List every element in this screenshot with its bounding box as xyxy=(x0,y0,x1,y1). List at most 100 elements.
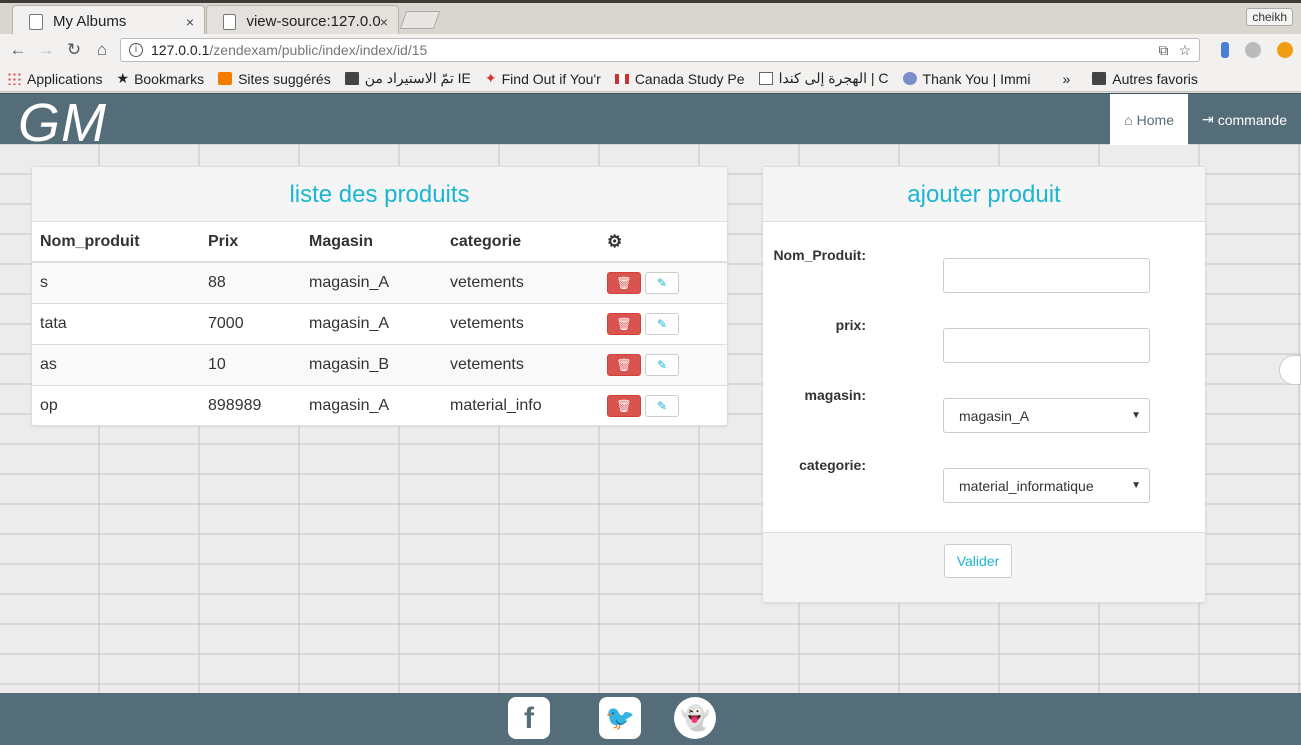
back-arrow-icon[interactable]: ← xyxy=(4,40,32,60)
col-magasin: Magasin xyxy=(301,222,442,263)
twitter-icon[interactable]: 🐦 xyxy=(599,697,641,739)
snapchat-icon[interactable]: 👻 xyxy=(674,697,716,739)
trash-icon: 🗑 xyxy=(616,398,632,413)
cell-nom: op xyxy=(32,384,200,426)
table-row: op 898989 magasin_A material_info 🗑 ✎ xyxy=(32,384,727,426)
bookmark-thank-you[interactable]: Thank You | Immi xyxy=(896,66,1038,91)
voice-search-tab[interactable] xyxy=(1279,355,1301,385)
translate-icon[interactable]: ⧉ xyxy=(1158,42,1168,59)
bookmark-immigration[interactable]: الهجرة إلى كندا | C xyxy=(752,66,896,91)
sign-in-icon: ⇥ xyxy=(1202,111,1214,127)
col-nom-produit: Nom_produit xyxy=(32,222,200,263)
bookmark-label: Applications xyxy=(27,70,103,87)
profile-name[interactable]: cheikh xyxy=(1246,8,1293,26)
site-navbar: GM ⌂ Home ⇥ commande xyxy=(0,93,1301,153)
cell-categorie: vetements xyxy=(442,343,599,385)
folder-icon xyxy=(1092,72,1107,85)
field-categorie: categorie: material_informatique ▼ xyxy=(763,455,1205,503)
edit-button[interactable]: ✎ xyxy=(645,353,679,376)
bookmark-label: تمّ الاستيراد من IE xyxy=(364,70,471,86)
brand-logo[interactable]: GM xyxy=(18,92,107,154)
prix-label: prix: xyxy=(835,317,866,333)
bookmark-other[interactable]: Autres favoris xyxy=(1085,66,1205,91)
cell-magasin: magasin_B xyxy=(301,343,442,385)
extension-icon[interactable] xyxy=(1245,42,1261,58)
delete-button[interactable]: 🗑 xyxy=(607,271,641,294)
cell-categorie: vetements xyxy=(442,261,599,303)
site-footer: f 🐦 👻 xyxy=(0,693,1301,745)
bookmark-imported-ie[interactable]: تمّ الاستيراد من IE xyxy=(338,66,478,91)
edit-icon: ✎ xyxy=(656,398,668,413)
categorie-select[interactable]: material_informatique ▼ xyxy=(943,468,1150,503)
trash-icon: 🗑 xyxy=(616,275,632,290)
bookmarks-overflow-button[interactable]: » xyxy=(1055,66,1077,91)
magasin-selected-value: magasin_A xyxy=(959,407,1030,424)
trash-icon: 🗑 xyxy=(616,357,632,372)
forward-arrow-icon[interactable]: → xyxy=(32,40,60,60)
nom-produit-label: Nom_Produit: xyxy=(773,247,866,263)
info-icon[interactable]: i xyxy=(129,43,143,57)
field-prix: prix: xyxy=(763,315,1205,363)
voice-extension-icon[interactable] xyxy=(1221,42,1229,58)
categorie-selected-value: material_informatique xyxy=(959,477,1094,494)
bookmark-canada-study[interactable]: Canada Study Pe xyxy=(608,66,752,91)
col-actions: ⚙ xyxy=(599,222,727,263)
home-page-icon[interactable]: ⌂ xyxy=(88,40,116,60)
bookmarks-bar: Applications ★ Bookmarks Sites suggérés ت… xyxy=(0,66,1301,92)
bookmark-applications[interactable]: Applications xyxy=(0,66,110,91)
canada-flag-icon xyxy=(614,73,629,84)
cell-categorie: material_info xyxy=(442,384,599,426)
reload-icon[interactable]: ↻ xyxy=(60,40,88,60)
globe-icon xyxy=(902,72,917,85)
nav-commande[interactable]: ⇥ commande xyxy=(1188,94,1301,145)
cell-prix: 10 xyxy=(200,343,301,385)
address-bar[interactable]: i 127.0.0.1/zendexam/public/index/index/… xyxy=(120,38,1200,62)
cell-actions: 🗑 ✎ xyxy=(599,343,727,385)
dropdown-caret-icon: ▼ xyxy=(1131,410,1141,421)
edit-button[interactable]: ✎ xyxy=(645,271,679,294)
prix-input[interactable] xyxy=(943,328,1150,363)
magasin-select[interactable]: magasin_A ▼ xyxy=(943,398,1150,433)
new-tab-button[interactable] xyxy=(399,11,441,29)
table-row: s 88 magasin_A vetements 🗑 ✎ xyxy=(32,261,727,303)
tab-view-source[interactable]: view-source:127.0.0 × xyxy=(206,5,399,37)
star-icon: ★ xyxy=(116,70,130,86)
page-viewport: GM ⌂ Home ⇥ commande liste des produits … xyxy=(0,93,1301,745)
cell-actions: 🗑 ✎ xyxy=(599,261,727,303)
magasin-label: magasin: xyxy=(804,387,866,403)
bulb-icon xyxy=(218,72,233,85)
facebook-icon[interactable]: f xyxy=(508,697,550,739)
bookmark-bookmarks[interactable]: ★ Bookmarks xyxy=(110,66,212,91)
cell-actions: 🗑 ✎ xyxy=(599,384,727,426)
tab-my-albums[interactable]: My Albums × xyxy=(12,5,205,37)
bookmark-star-icon[interactable]: ☆ xyxy=(1178,42,1191,59)
bookmark-label: Thank You | Immi xyxy=(922,70,1031,87)
nom-produit-input[interactable] xyxy=(943,258,1150,293)
col-prix: Prix xyxy=(200,222,301,263)
field-nom-produit: Nom_Produit: xyxy=(763,245,1205,293)
add-product-panel: ajouter produit Nom_Produit: prix: magas… xyxy=(762,166,1206,603)
delete-button[interactable]: 🗑 xyxy=(607,353,641,376)
cell-magasin: magasin_A xyxy=(301,261,442,303)
edit-button[interactable]: ✎ xyxy=(645,312,679,335)
cell-nom: s xyxy=(32,261,200,303)
col-categorie: categorie xyxy=(442,222,599,263)
close-icon[interactable]: × xyxy=(186,14,194,30)
bookmark-find-out[interactable]: ✦ Find Out if You'r xyxy=(478,66,608,91)
warning-icon[interactable] xyxy=(1277,42,1293,58)
delete-button[interactable]: 🗑 xyxy=(607,312,641,335)
nav-home[interactable]: ⌂ Home xyxy=(1110,94,1188,145)
delete-button[interactable]: 🗑 xyxy=(607,394,641,417)
edit-button[interactable]: ✎ xyxy=(645,394,679,417)
add-product-title: ajouter produit xyxy=(763,167,1205,222)
product-table: Nom_produit Prix Magasin categorie ⚙ s 8… xyxy=(32,222,727,426)
bookmark-sites-suggeres[interactable]: Sites suggérés xyxy=(211,66,338,91)
browser-tab-bar: My Albums × view-source:127.0.0 × cheikh xyxy=(0,0,1301,37)
folder-icon xyxy=(344,72,359,85)
close-icon[interactable]: × xyxy=(380,14,388,30)
gear-icon: ⚙ xyxy=(607,231,623,251)
table-row: tata 7000 magasin_A vetements 🗑 ✎ xyxy=(32,302,727,344)
valider-button[interactable]: Valider xyxy=(944,544,1012,578)
nav-commande-label: commande xyxy=(1217,111,1287,128)
cell-prix: 88 xyxy=(200,261,301,303)
